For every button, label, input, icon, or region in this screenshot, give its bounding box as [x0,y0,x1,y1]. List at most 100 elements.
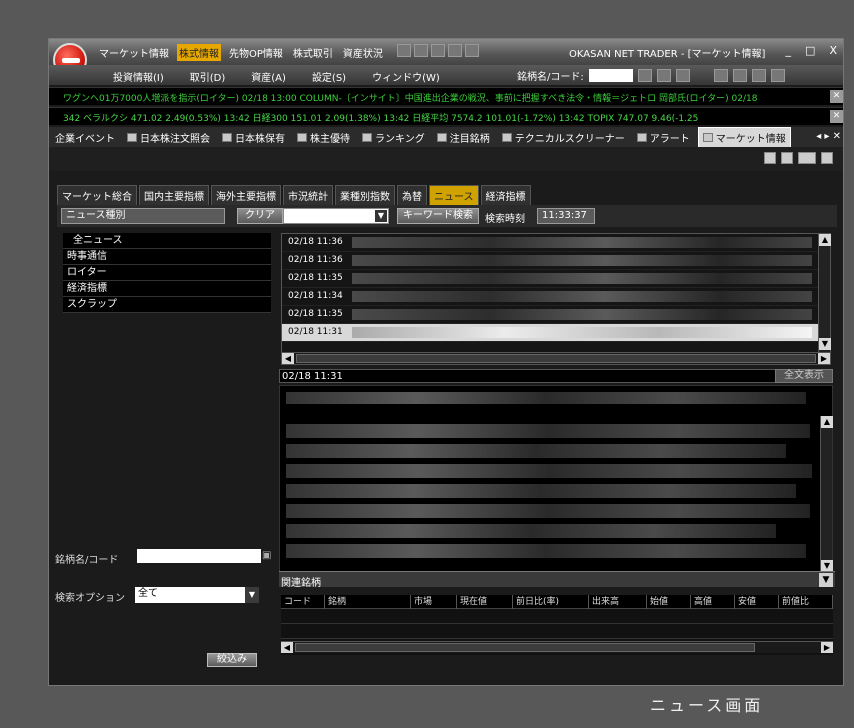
print-icon[interactable] [764,152,776,164]
subtab-market-summary[interactable]: マーケット総合 [57,185,137,206]
tab-nav-arrows-icon[interactable]: ◂ ▸ ✕ [816,131,841,142]
tab-market-info[interactable]: マーケット情報 [697,126,791,148]
menu-asset[interactable]: 資産(A) [251,69,286,84]
col-change[interactable]: 前日比(率) [513,595,589,609]
news-row-selected[interactable]: 02/18 11:31 [282,324,830,342]
news-row[interactable]: 02/18 11:35 [282,306,830,324]
toolbar-btn-5-icon[interactable] [464,44,479,57]
tab-order-inquiry[interactable]: 日本株注文照会 [123,128,214,147]
scroll-up-icon[interactable]: ▲ [821,416,833,428]
search-go-icon[interactable] [637,69,652,82]
full-text-button[interactable]: 全文表示 [775,369,833,383]
news-list-hscrollbar[interactable]: ◀ ▶ [282,352,830,364]
tab-shareholder-benefits[interactable]: 株主優待 [293,128,354,147]
subtab-market-stats[interactable]: 市況統計 [283,185,333,206]
article-scrollbar[interactable]: ▲ ▼ [820,416,833,572]
col-volume[interactable]: 出来高 [589,595,647,609]
menu-trade[interactable]: 取引(D) [190,69,226,84]
subtab-forex[interactable]: 為替 [397,185,427,206]
window-tile-icon[interactable] [732,69,747,82]
category-item[interactable]: 時事通信 [63,249,271,265]
toolbar-btn-1-icon[interactable] [396,44,411,57]
close-icon[interactable]: ✕ [830,110,843,123]
col-prev-change[interactable]: 前値比 [779,595,833,609]
search-opt-icon[interactable] [656,69,671,82]
stock-code-input[interactable] [137,549,261,563]
news-row[interactable]: 02/18 11:36 [282,234,830,252]
scroll-right-icon[interactable]: ▶ [818,353,830,364]
filter-button[interactable]: 絞込み [207,653,257,667]
subtab-economic-indicators[interactable]: 経済指標 [480,185,531,206]
col-market[interactable]: 市場 [411,595,457,609]
menu-futures-info[interactable]: 先物OP情報 [227,44,285,61]
col-name[interactable]: 銘柄 [325,595,411,609]
scroll-up-icon[interactable]: ▲ [819,234,831,246]
minimize-button[interactable]: _ [786,44,792,57]
chevron-down-icon[interactable] [821,152,833,164]
col-low[interactable]: 安値 [735,595,779,609]
col-high[interactable]: 高値 [691,595,735,609]
menu-invest-info[interactable]: 投資情報(I) [113,69,164,84]
toolbar-btn-3-icon[interactable] [430,44,445,57]
menu-market-info[interactable]: マーケット情報 [97,44,171,61]
news-time: 02/18 11:31 [288,327,343,337]
news-ticker-text[interactable]: ワグンへ01万7000人増派を指示(ロイター) 02/18 13:00 COLU… [63,91,757,104]
grid-hscrollbar[interactable]: ◀ ▶ [281,641,833,653]
menu-stock-info[interactable]: 株式情報 [177,44,221,61]
keyword-search-button[interactable]: キーワード検索 [397,208,479,224]
search-list-icon[interactable] [675,69,690,82]
subtab-overseas-indices[interactable]: 海外主要指標 [211,185,281,206]
index-ticker-text[interactable]: 342 ベラルクシ 471.02 2.49(0.53%) 13:42 日経300… [63,111,698,124]
article-line-redacted [286,504,810,518]
tab-ranking[interactable]: ランキング [358,128,429,147]
window-list-icon[interactable] [770,69,785,82]
col-code[interactable]: コード [281,595,325,609]
subtab-sector-indices[interactable]: 業種別指数 [335,185,395,206]
collapse-icon[interactable]: ▼ [819,573,833,587]
code-search-input[interactable] [588,69,633,82]
menu-settings[interactable]: 設定(S) [312,69,346,84]
menu-assets[interactable]: 資産状況 [341,44,385,61]
tab-holdings[interactable]: 日本株保有 [218,128,289,147]
col-price[interactable]: 現在値 [457,595,513,609]
tab-watch-stocks[interactable]: 注目銘柄 [433,128,494,147]
scroll-thumb[interactable] [295,643,755,652]
tool-strip [49,147,843,171]
tab-label: 注目銘柄 [449,133,490,145]
news-row[interactable]: 02/18 11:36 [282,252,830,270]
window-cascade-icon[interactable] [751,69,766,82]
category-item[interactable]: 経済指標 [63,281,271,297]
menu-stock-trade[interactable]: 株式取引 [291,44,335,61]
tab-corporate-events[interactable]: 企業イベント [51,128,119,147]
layout-icon[interactable] [781,152,793,164]
scroll-thumb[interactable] [296,354,816,363]
news-row[interactable]: 02/18 11:35 [282,270,830,288]
keyword-select[interactable]: ▼ [283,208,389,224]
layout-icon[interactable] [713,69,728,82]
tab-alert[interactable]: アラート [633,128,694,147]
col-open[interactable]: 始値 [647,595,691,609]
category-item[interactable]: 全ニュース [63,233,271,249]
scroll-right-icon[interactable]: ▶ [821,642,833,653]
category-item[interactable]: ロイター [63,265,271,281]
maximize-button[interactable]: □ [805,44,815,57]
subtab-news[interactable]: ニュース [429,185,479,206]
chevron-down-icon[interactable]: ▼ [245,587,259,603]
category-item[interactable]: スクラップ [63,297,271,313]
news-list-scrollbar[interactable]: ▲ ▼ [818,234,831,352]
toolbar-btn-4-icon[interactable] [447,44,462,57]
tab-technical-screener[interactable]: テクニカルスクリーナー [498,128,629,147]
toolbar-btn-2-icon[interactable] [413,44,428,57]
menu-window[interactable]: ウィンドウ(W) [372,69,440,84]
clear-button[interactable]: クリア [237,208,283,224]
subtab-domestic-indices[interactable]: 国内主要指標 [139,185,209,206]
close-icon[interactable]: ✕ [830,90,843,103]
scroll-left-icon[interactable]: ◀ [281,642,293,653]
scroll-down-icon[interactable]: ▼ [819,338,831,350]
view-toggle-icon[interactable] [798,152,816,164]
search-icon[interactable]: ▣ [262,550,272,562]
scroll-left-icon[interactable]: ◀ [282,353,294,364]
search-option-select[interactable]: 全て [135,587,259,603]
news-row[interactable]: 02/18 11:34 [282,288,830,306]
close-button[interactable]: X [829,44,837,57]
